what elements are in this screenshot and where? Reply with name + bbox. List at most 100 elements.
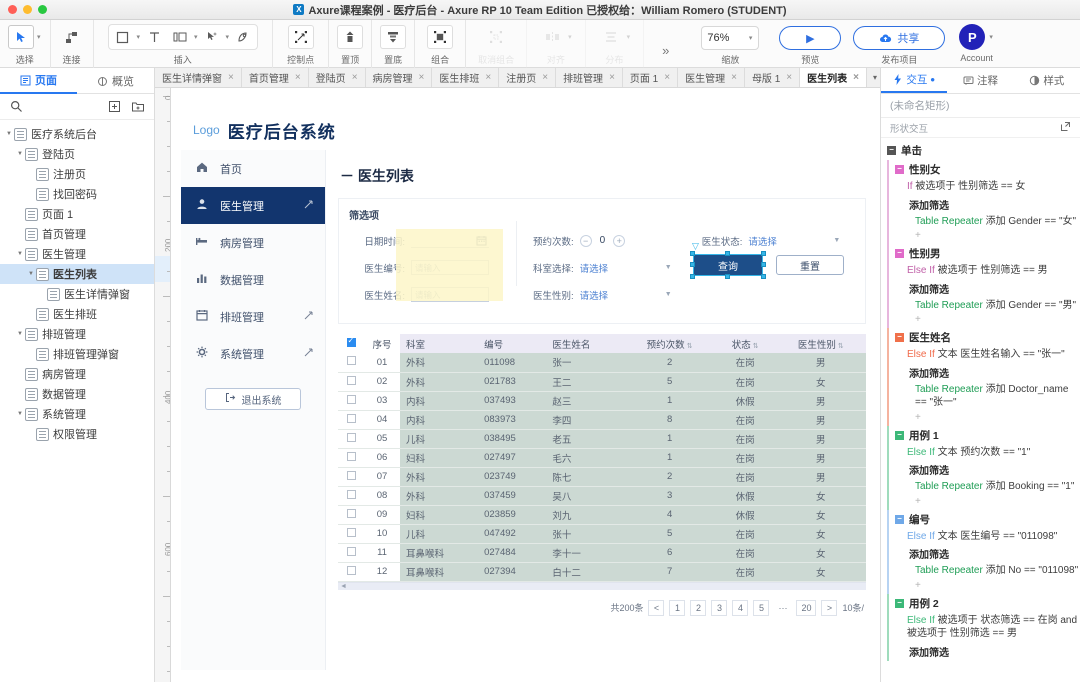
add-action-button[interactable]: + xyxy=(895,229,1080,244)
table-row[interactable]: 10 儿科 047492 张十 5 在岗女 xyxy=(338,524,866,544)
sort-icon[interactable]: ⇅ xyxy=(687,343,693,350)
page-tree-item[interactable]: ▼ 医生列表 xyxy=(0,264,154,284)
search-icon[interactable] xyxy=(8,99,24,115)
page-tree-item[interactable]: 数据管理 xyxy=(0,384,154,404)
table-row[interactable]: 06 妇科 027497 毛六 1 在岗男 xyxy=(338,448,866,468)
external-link-icon[interactable] xyxy=(1060,121,1071,135)
page-tree-item[interactable]: ▼ 登陆页 xyxy=(0,144,154,164)
distribute-caret[interactable]: ▾ xyxy=(626,33,632,41)
close-tab-icon[interactable]: × xyxy=(731,72,737,83)
page-tree-item[interactable]: 页面 1 xyxy=(0,204,154,224)
control-points-button[interactable] xyxy=(287,25,314,49)
table-horizontal-scrollbar[interactable]: ◄ xyxy=(338,581,866,590)
interaction-action[interactable]: Table Repeater 添加 Gender == "女" xyxy=(895,214,1080,230)
interaction-condition[interactable]: Else If 被选项于 状态筛选 == 在岗 and 被选项于 性别筛选 ==… xyxy=(895,613,1080,642)
select-tool-button[interactable] xyxy=(8,25,34,49)
mock-sidebar-item[interactable]: 数据管理 xyxy=(181,261,325,298)
interaction-case-title[interactable]: − 用例 2 xyxy=(895,594,1080,613)
page-tab[interactable]: 母版 1 × xyxy=(744,68,801,87)
mock-sidebar-item[interactable]: 首页 xyxy=(181,150,325,187)
ungroup-button[interactable] xyxy=(483,25,509,49)
align-button[interactable] xyxy=(539,25,565,49)
expand-icon[interactable] xyxy=(304,348,313,359)
row-checkbox[interactable] xyxy=(346,527,356,537)
send-to-back-button[interactable] xyxy=(380,25,407,49)
booking-stepper[interactable]: − 0 + xyxy=(579,234,626,247)
page-tree-item[interactable]: 医生详情弹窗 xyxy=(0,284,154,304)
doctor-name-input[interactable]: 请输入 xyxy=(411,287,489,302)
page-tab[interactable]: 医生详情弹窗 × xyxy=(155,68,242,87)
select-all-checkbox[interactable] xyxy=(346,336,356,347)
add-folder-icon[interactable] xyxy=(130,99,146,115)
page-tab[interactable]: 页面 1 × xyxy=(622,68,679,87)
mock-sidebar-item[interactable]: 医生管理 xyxy=(181,187,325,224)
dept-select[interactable]: 请选择 ▼ xyxy=(580,261,672,275)
sort-icon[interactable]: ⇅ xyxy=(753,343,759,350)
distribute-button[interactable] xyxy=(598,25,624,49)
zoom-caret[interactable]: ▾ xyxy=(748,34,754,42)
table-row[interactable]: 09 妇科 023859 刘九 4 休假女 xyxy=(338,505,866,525)
page-tree-item[interactable]: ▼ 系统管理 xyxy=(0,404,154,424)
row-checkbox[interactable] xyxy=(346,394,356,404)
add-action-button[interactable]: + xyxy=(895,495,1080,510)
row-checkbox[interactable] xyxy=(346,470,356,480)
interaction-action[interactable]: Table Repeater 添加 Gender == "男" xyxy=(895,298,1080,314)
table-row[interactable]: 04 内科 083973 李四 8 在岗男 xyxy=(338,410,866,430)
add-page-icon[interactable] xyxy=(106,99,122,115)
row-checkbox-cell[interactable] xyxy=(338,372,364,392)
tab-overview[interactable]: 概览 xyxy=(77,68,154,94)
table-row[interactable]: 01 外科 011098 张一 2 在岗男 xyxy=(338,353,866,373)
mock-sidebar-item[interactable]: 排班管理 xyxy=(181,298,325,335)
row-checkbox-cell[interactable] xyxy=(338,429,364,449)
page-tab[interactable]: 注册页 × xyxy=(499,68,557,87)
doctor-no-input[interactable]: 请输入 xyxy=(411,260,489,275)
design-canvas[interactable]: Logo 医疗后台系统 首页 医生管理 病房管理 数据管理 排班管理 系统管理 退出系统 xyxy=(171,88,880,682)
expand-icon[interactable] xyxy=(304,200,313,211)
close-tab-icon[interactable]: × xyxy=(542,72,548,83)
row-checkbox-cell[interactable] xyxy=(338,562,364,582)
row-checkbox-cell[interactable] xyxy=(338,524,364,544)
zoom-select[interactable]: 76% ▾ xyxy=(701,26,760,50)
event-click[interactable]: − 单击 xyxy=(881,141,1080,160)
connect-tool-button[interactable] xyxy=(59,25,85,49)
row-checkbox[interactable] xyxy=(346,508,356,518)
interaction-case-title[interactable]: − 性别男 xyxy=(895,244,1080,263)
collapse-icon[interactable]: − xyxy=(895,430,904,440)
row-checkbox[interactable] xyxy=(346,413,356,423)
expand-icon[interactable] xyxy=(304,311,313,322)
page-tab[interactable]: 排班管理 × xyxy=(556,68,623,87)
chevron-down-icon[interactable]: ▼ xyxy=(15,151,25,157)
page-tree-item[interactable]: 病房管理 xyxy=(0,364,154,384)
insert-text-button[interactable] xyxy=(141,25,167,49)
row-checkbox[interactable] xyxy=(346,375,356,385)
page-tab[interactable]: 医生排班 × xyxy=(432,68,500,87)
page-size-select[interactable]: 10条/ xyxy=(842,601,864,614)
table-row[interactable]: 02 外科 021783 王二 5 在岗女 xyxy=(338,372,866,392)
table-row[interactable]: 12 耳鼻喉科 027394 白十二 7 在岗女 xyxy=(338,562,866,582)
close-tab-icon[interactable]: × xyxy=(295,72,301,83)
insert-shape-button[interactable] xyxy=(110,25,136,49)
chevron-down-icon[interactable]: ▼ xyxy=(4,131,14,137)
close-tab-icon[interactable]: × xyxy=(485,72,491,83)
page-tab[interactable]: 登陆页 × xyxy=(308,68,366,87)
group-button[interactable] xyxy=(427,25,454,49)
interaction-action-group[interactable]: 添加筛选 xyxy=(895,642,1080,661)
page-tab[interactable]: 医生列表 × xyxy=(800,68,867,87)
row-checkbox-cell[interactable] xyxy=(338,410,364,430)
insert-image-button[interactable] xyxy=(167,25,193,49)
collapse-icon[interactable]: − xyxy=(895,165,904,174)
interaction-case-title[interactable]: − 医生姓名 xyxy=(895,328,1080,347)
interaction-case-title[interactable]: − 用例 1 xyxy=(895,426,1080,445)
tab-style[interactable]: 样式 xyxy=(1014,68,1080,93)
page-prev-button[interactable]: < xyxy=(648,599,665,616)
interaction-action-group[interactable]: 添加筛选 xyxy=(895,460,1080,479)
page-tab[interactable]: 首页管理 × xyxy=(241,68,309,87)
close-tab-icon[interactable]: × xyxy=(786,72,792,83)
interaction-action-group[interactable]: 添加筛选 xyxy=(895,195,1080,214)
date-input[interactable] xyxy=(411,233,489,248)
vertical-ruler[interactable]: 0200400600800 xyxy=(155,88,171,682)
status-select[interactable]: 请选择 ▼ xyxy=(748,234,840,248)
booking-increment-button[interactable]: + xyxy=(613,234,626,247)
interaction-action-group[interactable]: 添加筛选 xyxy=(895,363,1080,382)
tab-interactions[interactable]: 交互 • xyxy=(881,68,948,93)
